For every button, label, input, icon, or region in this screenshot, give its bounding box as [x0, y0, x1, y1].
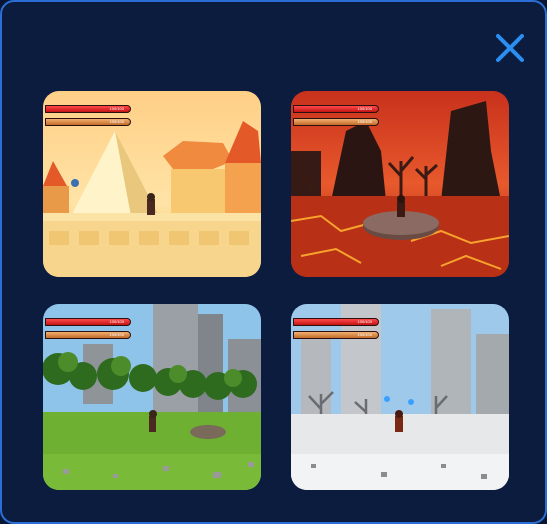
health-bar: 100/100	[45, 105, 131, 113]
player-hud: 100/100 100/100	[45, 105, 135, 135]
energy-bar: 100/100	[293, 331, 379, 339]
health-value: 100/100	[357, 106, 372, 111]
energy-bar: 100/100	[293, 118, 379, 126]
health-bar: 100/100	[293, 318, 379, 326]
energy-value: 100/100	[109, 119, 124, 124]
close-icon	[496, 34, 524, 62]
health-bar: 100/100	[45, 318, 131, 326]
energy-bar: 100/100	[45, 118, 131, 126]
energy-bar: 100/100	[45, 331, 131, 339]
health-value: 100/100	[357, 319, 372, 324]
level-thumbnail-forest[interactable]: 100/100 100/100	[43, 304, 261, 490]
health-value: 100/100	[109, 319, 124, 324]
health-value: 100/100	[109, 106, 124, 111]
close-button[interactable]	[490, 28, 530, 68]
level-select-dialog: 100/100 100/100 100/100 100/100 100/100 …	[0, 0, 547, 524]
energy-value: 100/100	[357, 332, 372, 337]
player-hud: 100/100 100/100	[293, 105, 383, 135]
level-thumbnail-snow[interactable]: 100/100 100/100	[291, 304, 509, 490]
player-hud: 100/100 100/100	[293, 318, 383, 348]
player-hud: 100/100 100/100	[45, 318, 135, 348]
level-thumbnail-lava[interactable]: 100/100 100/100	[291, 91, 509, 277]
health-bar: 100/100	[293, 105, 379, 113]
energy-value: 100/100	[357, 119, 372, 124]
energy-value: 100/100	[109, 332, 124, 337]
level-thumbnail-desert[interactable]: 100/100 100/100	[43, 91, 261, 277]
